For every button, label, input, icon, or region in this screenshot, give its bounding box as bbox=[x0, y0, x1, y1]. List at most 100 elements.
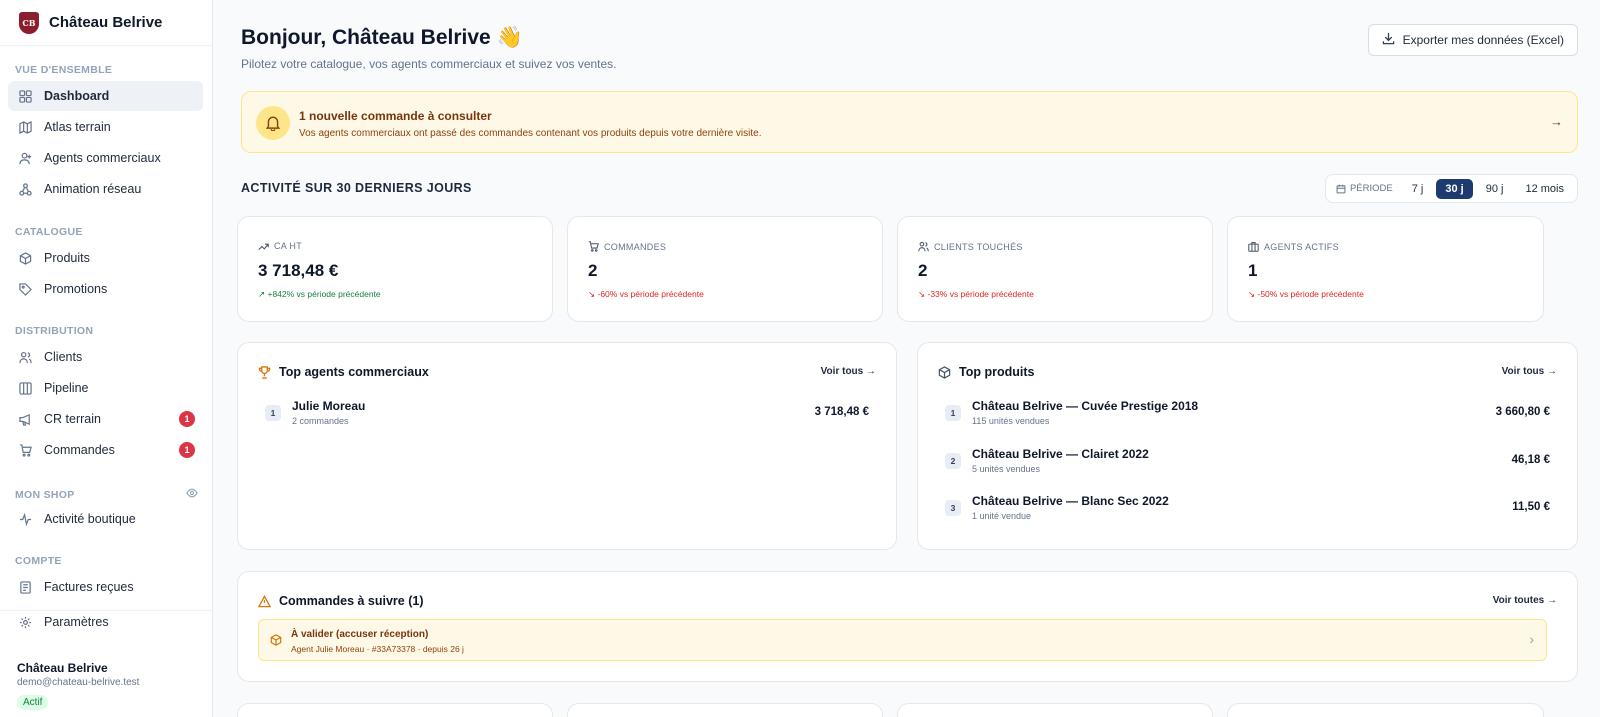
download-icon bbox=[1382, 32, 1395, 48]
new-order-alert[interactable]: 1 nouvelle commande à consulter Vos agen… bbox=[241, 91, 1578, 153]
sidebar-item-factures[interactable]: Factures reçues bbox=[8, 572, 203, 602]
sidebar-item-label: Clients bbox=[44, 350, 83, 364]
kpi-value: 2 bbox=[588, 261, 598, 280]
export-button[interactable]: Exporter mes données (Excel) bbox=[1367, 24, 1578, 56]
card-title: Top produits bbox=[938, 365, 1034, 379]
sidebar-item-parametres[interactable]: Paramètres bbox=[8, 607, 203, 637]
product-units: 115 unités vendues bbox=[972, 416, 1050, 426]
sidebar-item-label: Produits bbox=[44, 251, 90, 265]
sidebar-item-label: Dashboard bbox=[44, 89, 110, 103]
sidebar-item-clients[interactable]: Clients bbox=[8, 342, 203, 372]
period-30j[interactable]: 30 j bbox=[1436, 178, 1473, 199]
columns-icon bbox=[19, 381, 32, 395]
sidebar-item-commandes[interactable]: Commandes 1 bbox=[8, 435, 203, 465]
sidebar-item-label: Factures reçues bbox=[44, 580, 134, 594]
sidebar: CB Château Belrive VUE D'ENSEMBLE Dashbo… bbox=[0, 0, 213, 717]
arrow-right-icon[interactable]: → bbox=[1550, 114, 1563, 129]
product-revenue: 3 660,80 € bbox=[1495, 406, 1550, 418]
export-label: Exporter mes données (Excel) bbox=[1402, 33, 1564, 47]
section-distribution: DISTRIBUTION bbox=[15, 325, 94, 337]
sidebar-item-activite[interactable]: Activité boutique bbox=[8, 504, 203, 534]
trending-up-icon bbox=[258, 243, 269, 250]
calendar-icon bbox=[1336, 184, 1346, 193]
order-to-validate-row[interactable]: À valider (accuser réception) Agent Juli… bbox=[258, 619, 1547, 661]
bell-icon bbox=[256, 106, 290, 140]
box-icon bbox=[938, 365, 951, 379]
package-icon bbox=[270, 633, 282, 651]
top-products-card: Top produits Voir tous → 1 Château Belri… bbox=[917, 342, 1578, 550]
period-7j[interactable]: 7 j bbox=[1403, 179, 1433, 199]
kpi-card-partial bbox=[237, 703, 553, 717]
card-title-text: Top agents commerciaux bbox=[279, 365, 429, 379]
see-all-products-link[interactable]: Voir tous → bbox=[1502, 366, 1557, 377]
product-units: 1 unité vendue bbox=[972, 511, 1032, 521]
sidebar-item-pipeline[interactable]: Pipeline bbox=[8, 373, 203, 403]
sidebar-item-produits[interactable]: Produits bbox=[8, 243, 203, 273]
sidebar-item-label: Pipeline bbox=[44, 381, 89, 395]
product-name[interactable]: Château Belrive — Clairet 2022 bbox=[972, 447, 1149, 461]
kpi-card-agents: Agents actifs 1 ↘ -50% vs période précéd… bbox=[1227, 216, 1544, 322]
sidebar-item-atlas[interactable]: Atlas terrain bbox=[8, 112, 203, 142]
status-badge: Actif bbox=[17, 695, 49, 710]
kpi-delta-text: -33% vs période précédente bbox=[927, 289, 1034, 299]
sidebar-item-cr-terrain[interactable]: CR terrain 1 bbox=[8, 404, 203, 434]
kpi-delta: ↘ -50% vs période précédente bbox=[1248, 289, 1364, 299]
top-agents-card: Top agents commerciaux Voir tous → 1 Jul… bbox=[237, 342, 897, 550]
section-shop: MON SHOP bbox=[0, 487, 198, 502]
user-name: Château Belrive bbox=[17, 661, 108, 675]
card-title: Commandes à suivre (1) bbox=[258, 594, 424, 608]
kpi-value: 1 bbox=[1248, 261, 1258, 280]
activity-title: Activité sur 30 derniers jours bbox=[241, 181, 472, 195]
sidebar-item-agents[interactable]: Agents commerciaux bbox=[8, 143, 203, 173]
kpi-card-partial bbox=[1227, 703, 1544, 717]
sidebar-item-label: Commandes bbox=[44, 443, 115, 457]
kpi-label: Agents actifs bbox=[1248, 241, 1339, 252]
kpi-label-text: Clients touchés bbox=[934, 241, 1023, 252]
period-selector: PÉRIODE 7 j 30 j 90 j 12 mois bbox=[1324, 174, 1578, 203]
agent-name[interactable]: Julie Moreau bbox=[292, 399, 365, 413]
kpi-card-partial bbox=[567, 703, 883, 717]
order-details: Agent Julie Moreau · #33A73378 · depuis … bbox=[291, 644, 464, 654]
user-email: demo@chateau-belrive.test bbox=[17, 677, 140, 688]
agent-revenue: 3 718,48 € bbox=[814, 406, 869, 418]
map-icon bbox=[19, 120, 32, 134]
card-title-text: Commandes à suivre (1) bbox=[279, 594, 424, 608]
kpi-delta-text: -60% vs période précédente bbox=[597, 289, 704, 299]
kpi-card-clients: Clients touchés 2 ↘ -33% vs période préc… bbox=[897, 216, 1213, 322]
eye-icon[interactable] bbox=[186, 487, 198, 502]
sidebar-item-animation[interactable]: Animation réseau bbox=[8, 174, 203, 204]
cart-icon bbox=[19, 443, 32, 457]
see-all-agents-link[interactable]: Voir tous → bbox=[821, 366, 876, 377]
card-title-text: Top produits bbox=[959, 365, 1035, 379]
rank-badge: 2 bbox=[945, 453, 961, 469]
agent-orders: 2 commandes bbox=[292, 416, 349, 426]
notification-badge: 1 bbox=[179, 442, 195, 458]
product-name[interactable]: Château Belrive — Blanc Sec 2022 bbox=[972, 494, 1169, 508]
see-all-orders-link[interactable]: Voir toutes → bbox=[1493, 595, 1557, 606]
sidebar-item-dashboard[interactable]: Dashboard bbox=[8, 81, 203, 111]
kpi-delta: ↘ -33% vs période précédente bbox=[918, 289, 1034, 299]
brand-logo: CB bbox=[19, 11, 39, 34]
briefcase-icon bbox=[1248, 242, 1259, 252]
activity-icon bbox=[19, 512, 32, 526]
kpi-card-partial bbox=[897, 703, 1213, 717]
product-revenue: 11,50 € bbox=[1512, 501, 1550, 513]
kpi-label: Clients touchés bbox=[918, 241, 1023, 252]
kpi-label-text: CA HT bbox=[274, 241, 303, 251]
kpi-value: 3 718,48 € bbox=[258, 261, 339, 280]
gear-icon bbox=[19, 616, 32, 629]
kpi-value: 2 bbox=[918, 261, 928, 280]
sidebar-item-promotions[interactable]: Promotions bbox=[8, 274, 203, 304]
kpi-label: CA HT bbox=[258, 241, 302, 251]
kpi-card-ca: CA HT 3 718,48 € ↗ +842% vs période préc… bbox=[237, 216, 553, 322]
kpi-label-text: Commandes bbox=[604, 241, 667, 252]
product-name[interactable]: Château Belrive — Cuvée Prestige 2018 bbox=[972, 399, 1198, 413]
section-shop-label: MON SHOP bbox=[15, 488, 75, 501]
period-90j[interactable]: 90 j bbox=[1477, 179, 1513, 199]
grid-icon bbox=[19, 89, 32, 103]
period-12mois[interactable]: 12 mois bbox=[1516, 179, 1573, 199]
kpi-delta-text: -50% vs période précédente bbox=[1257, 289, 1364, 299]
tag-icon bbox=[19, 282, 32, 296]
warning-icon bbox=[258, 594, 271, 607]
brand[interactable]: CB Château Belrive bbox=[0, 0, 212, 46]
